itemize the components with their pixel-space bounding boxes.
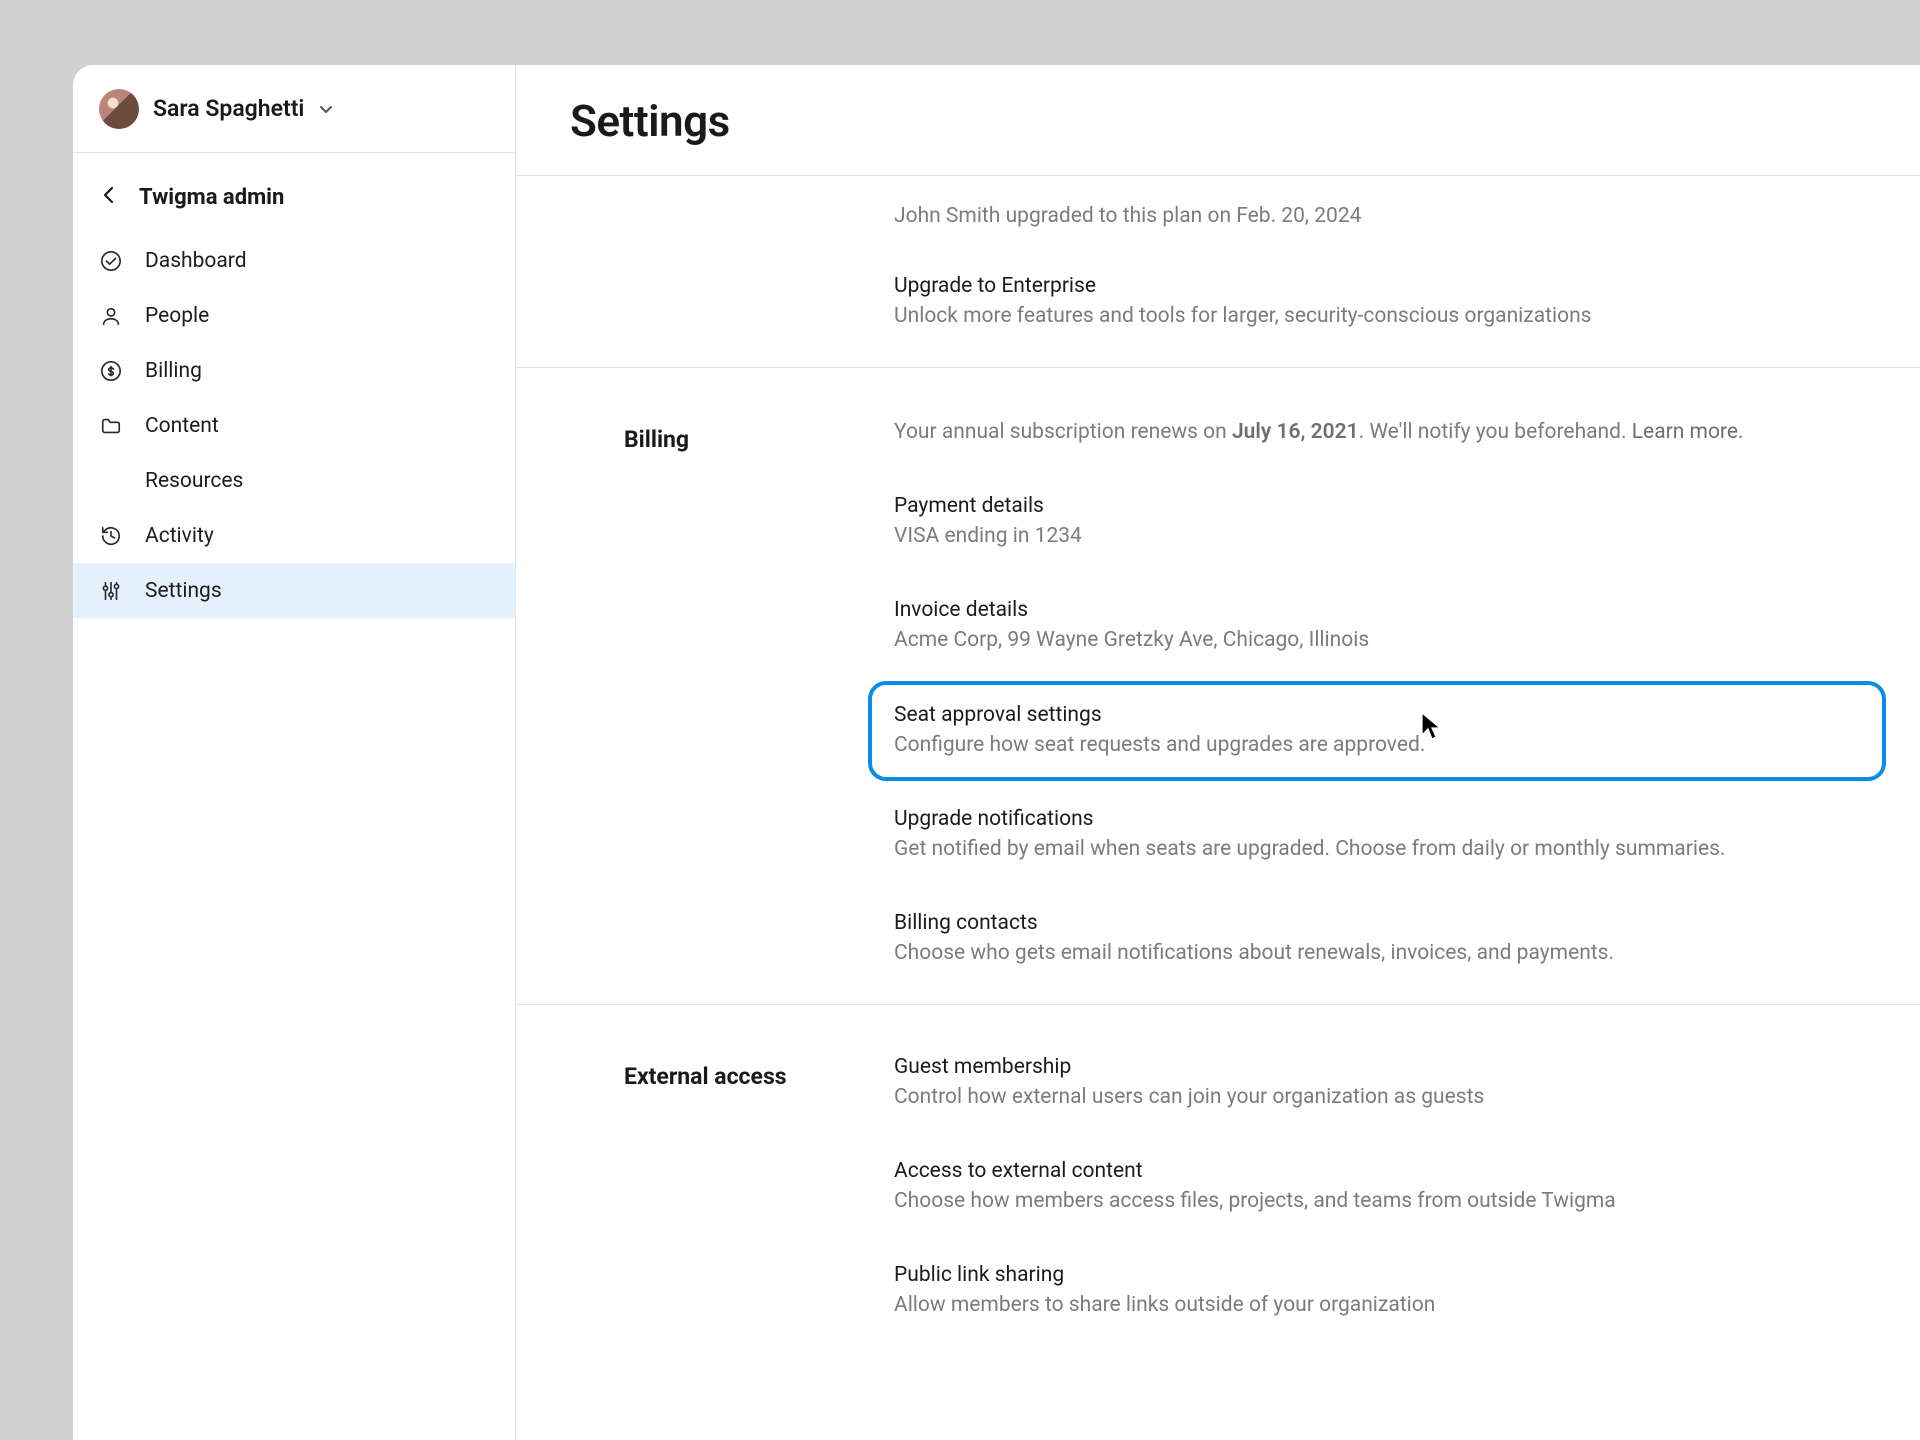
page-title: Settings <box>570 95 1866 147</box>
setting-upgrade-enterprise[interactable]: Upgrade to Enterprise Unlock more featur… <box>894 274 1860 330</box>
user-name: Sara Spaghetti <box>153 95 304 122</box>
setting-desc: Acme Corp, 99 Wayne Gretzky Ave, Chicago… <box>894 626 1860 654</box>
setting-upgrade-notifications[interactable]: Upgrade notifications Get notified by em… <box>894 807 1860 863</box>
history-icon <box>99 524 123 548</box>
section-billing: Billing Your annual subscription renews … <box>516 368 1920 1005</box>
sidebar-item-label: Content <box>145 414 219 438</box>
setting-title: Billing contacts <box>894 911 1860 935</box>
sliders-icon <box>99 579 123 603</box>
setting-title: Access to external content <box>894 1159 1860 1183</box>
chevron-down-icon <box>318 101 334 117</box>
main-header: Settings <box>516 65 1920 176</box>
sidebar-item-settings[interactable]: Settings <box>73 563 515 618</box>
section-plan: John Smith upgraded to this plan on Feb.… <box>516 176 1920 368</box>
setting-title: Invoice details <box>894 598 1860 622</box>
person-icon <box>99 304 123 328</box>
setting-title: Payment details <box>894 494 1860 518</box>
sidebar-item-dashboard[interactable]: Dashboard <box>73 233 515 288</box>
text: . We'll notify you beforehand. <box>1359 420 1632 444</box>
user-switcher[interactable]: Sara Spaghetti <box>73 65 515 153</box>
sidebar-item-activity[interactable]: Activity <box>73 508 515 563</box>
text: Your annual subscription renews on <box>894 420 1232 444</box>
sidebar-item-label: People <box>145 304 209 328</box>
sidebar-item-label: Settings <box>145 579 222 603</box>
setting-desc: Allow members to share links outside of … <box>894 1291 1860 1319</box>
sidebar-item-label: Billing <box>145 359 202 383</box>
setting-external-content[interactable]: Access to external content Choose how me… <box>894 1159 1860 1215</box>
setting-public-link[interactable]: Public link sharing Allow members to sha… <box>894 1263 1860 1319</box>
avatar <box>99 89 139 129</box>
settings-scroll[interactable]: John Smith upgraded to this plan on Feb.… <box>516 176 1920 1440</box>
app-window: Sara Spaghetti Twigma admin Dashboard <box>73 65 1920 1440</box>
setting-desc: VISA ending in 1234 <box>894 522 1860 550</box>
setting-invoice-details[interactable]: Invoice details Acme Corp, 99 Wayne Gret… <box>894 598 1860 654</box>
setting-desc: Configure how seat requests and upgrades… <box>894 731 1860 759</box>
section-external: External access Guest membership Control… <box>516 1005 1920 1356</box>
section-label <box>624 176 894 331</box>
setting-desc: Your annual subscription renews on July … <box>894 418 1860 446</box>
setting-desc: Unlock more features and tools for large… <box>894 302 1860 330</box>
learn-more-link[interactable]: Learn more. <box>1632 420 1744 444</box>
back-to-admin[interactable]: Twigma admin <box>73 169 515 225</box>
setting-guest-membership[interactable]: Guest membership Control how external us… <box>894 1055 1860 1111</box>
section-label: Billing <box>624 424 894 968</box>
setting-desc: John Smith upgraded to this plan on Feb.… <box>894 202 1860 230</box>
main: Settings John Smith upgraded to this pla… <box>516 65 1920 1440</box>
section-label: External access <box>624 1061 924 1320</box>
renew-date: July 16, 2021 <box>1232 420 1359 444</box>
setting-renewal[interactable]: Your annual subscription renews on July … <box>894 418 1860 446</box>
sidebar-item-label: Resources <box>145 469 243 493</box>
back-label: Twigma admin <box>139 185 284 210</box>
dollar-circle-icon <box>99 359 123 383</box>
setting-title: Upgrade notifications <box>894 807 1860 831</box>
setting-title: Upgrade to Enterprise <box>894 274 1860 298</box>
sidebar-item-content[interactable]: Content <box>73 398 515 453</box>
chevron-left-icon <box>99 185 119 209</box>
setting-desc: Choose who gets email notifications abou… <box>894 939 1860 967</box>
sidebar: Sara Spaghetti Twigma admin Dashboard <box>73 65 516 1440</box>
setting-desc: Get notified by email when seats are upg… <box>894 835 1860 863</box>
setting-title: Guest membership <box>894 1055 1860 1079</box>
sidebar-item-label: Activity <box>145 524 214 548</box>
setting-title: Public link sharing <box>894 1263 1860 1287</box>
setting-plan-upgrade-note[interactable]: John Smith upgraded to this plan on Feb.… <box>894 176 1860 230</box>
folder-icon <box>99 414 123 438</box>
setting-title: Seat approval settings <box>894 703 1860 727</box>
sidebar-item-billing[interactable]: Billing <box>73 343 515 398</box>
check-circle-icon <box>99 249 123 273</box>
setting-billing-contacts[interactable]: Billing contacts Choose who gets email n… <box>894 911 1860 967</box>
sidebar-item-resources[interactable]: Resources <box>73 453 515 508</box>
setting-payment-details[interactable]: Payment details VISA ending in 1234 <box>894 494 1860 550</box>
setting-desc: Choose how members access files, project… <box>894 1187 1860 1215</box>
sidebar-item-people[interactable]: People <box>73 288 515 343</box>
setting-seat-approval[interactable]: Seat approval settings Configure how sea… <box>868 681 1886 781</box>
sidebar-item-label: Dashboard <box>145 249 247 273</box>
setting-desc: Control how external users can join your… <box>894 1083 1860 1111</box>
